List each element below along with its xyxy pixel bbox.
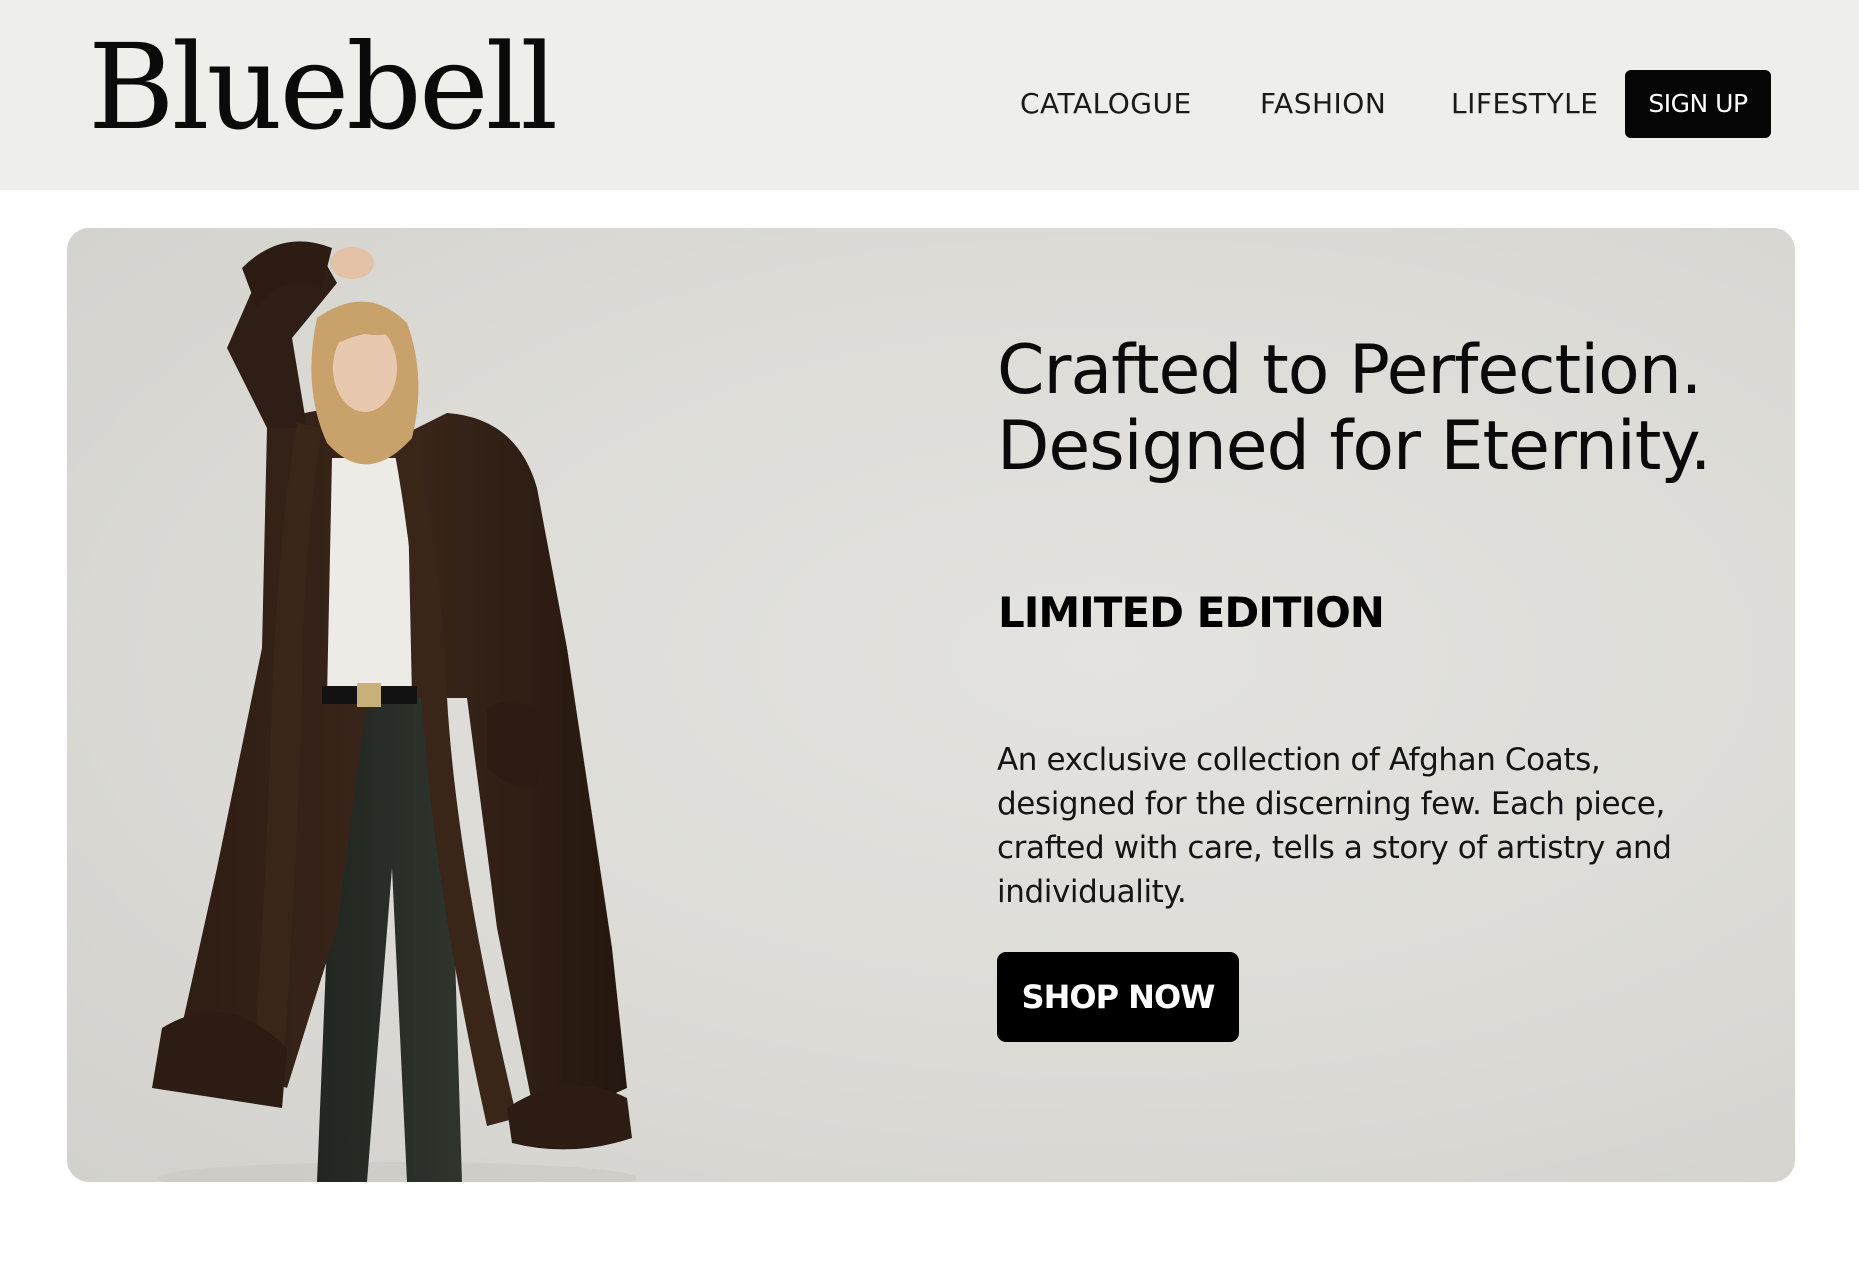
hero-headline-line-1: Crafted to Perfection. — [997, 331, 1702, 410]
hero-model-image — [152, 241, 637, 1182]
nav-item-catalogue[interactable]: CATALOGUE — [1020, 70, 1192, 138]
hero-headline: Crafted to Perfection. Designed for Eter… — [997, 333, 1757, 485]
limited-edition-label: LIMITED EDITION — [998, 588, 1385, 637]
shop-now-button[interactable]: SHOP NOW — [997, 952, 1239, 1042]
collection-description: An exclusive collection of Afghan Coats,… — [997, 742, 1672, 910]
nav-item-lifestyle[interactable]: LIFESTYLE — [1451, 70, 1598, 138]
brand-logo[interactable]: Bluebell — [88, 28, 558, 146]
top-navigation-bar: Bluebell CATALOGUE FASHION LIFESTYLE SIG… — [0, 0, 1859, 190]
hero-banner: Crafted to Perfection. Designed for Eter… — [67, 228, 1795, 1182]
sign-up-button[interactable]: SIGN UP — [1625, 70, 1771, 138]
nav-item-fashion[interactable]: FASHION — [1260, 70, 1386, 138]
hero-headline-line-2: Designed for Eternity. — [997, 407, 1712, 486]
